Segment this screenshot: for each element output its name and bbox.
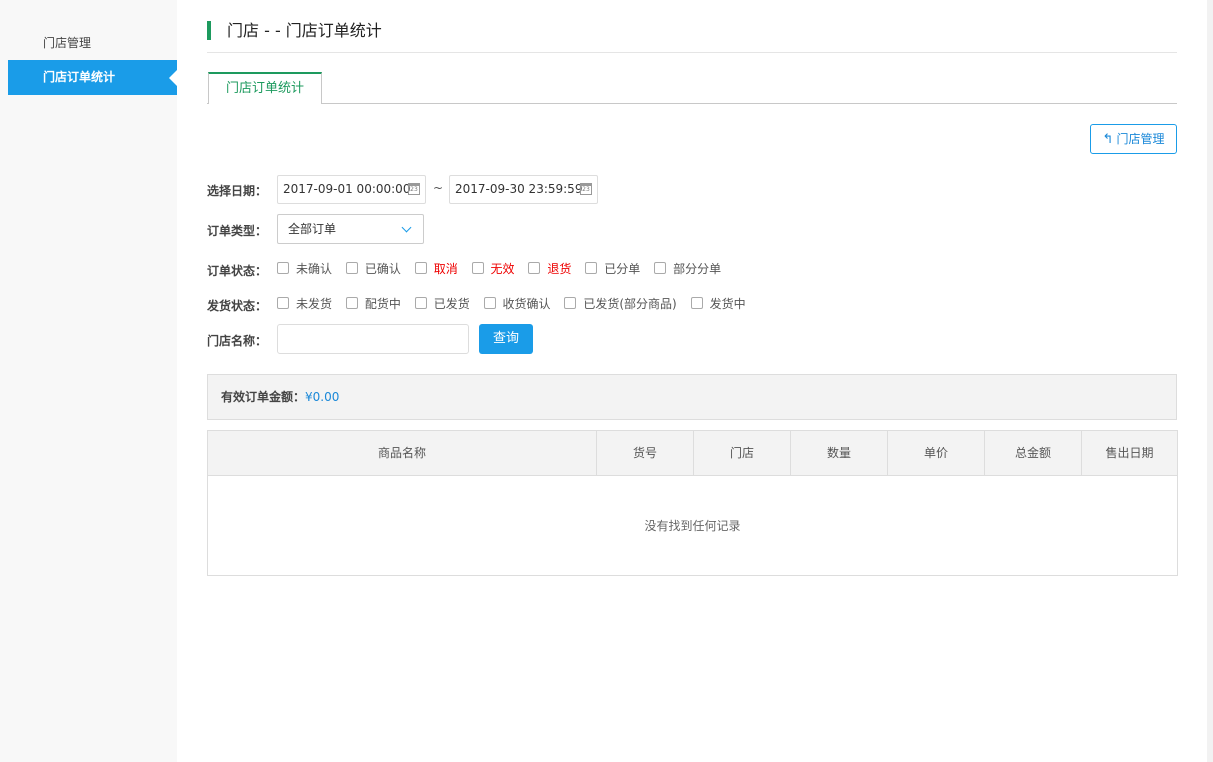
order-status-checkbox-cancelled[interactable]: 取消 bbox=[414, 261, 458, 277]
ship-status-options: 未发货 配货中 已发货 收货确认 已发货(部分商品) 发货中 bbox=[277, 296, 756, 312]
checkbox-label: 已确认 bbox=[364, 262, 401, 276]
checkbox-icon bbox=[654, 262, 667, 274]
order-status-checkbox-partial-split[interactable]: 部分分单 bbox=[654, 261, 721, 277]
ship-status-checkbox-not-shipped[interactable]: 未发货 bbox=[277, 296, 332, 312]
order-status-label: 订单状态： bbox=[207, 264, 268, 278]
back-to-store-management-button[interactable]: ↰ 门店管理 bbox=[1090, 124, 1177, 154]
page-title: 门店 - - 门店订单统计 bbox=[227, 21, 382, 40]
order-stats-table: 商品名称 货号 门店 数量 单价 总金额 售出日期 没有找到任何记录 bbox=[207, 430, 1178, 576]
tab-divider bbox=[207, 103, 1177, 104]
reply-arrow-icon: ↰ bbox=[1102, 132, 1114, 147]
ship-status-label: 发货状态： bbox=[207, 299, 268, 313]
column-header-quantity[interactable]: 数量 bbox=[791, 431, 888, 475]
main-content: 门店 - - 门店订单统计 门店订单统计 ↰ 门店管理 选择日期： 2017-09… bbox=[177, 0, 1207, 762]
chevron-down-icon bbox=[401, 222, 412, 233]
column-header-unit-price[interactable]: 单价 bbox=[888, 431, 985, 475]
column-header-store[interactable]: 门店 bbox=[694, 431, 791, 475]
checkbox-icon bbox=[471, 262, 484, 274]
checkbox-icon bbox=[277, 262, 289, 274]
valid-order-amount-summary: 有效订单金额：¥0.00 bbox=[207, 374, 1177, 420]
query-button[interactable]: 查询 bbox=[479, 324, 533, 354]
tab-store-order-stats[interactable]: 门店订单统计 bbox=[208, 72, 322, 104]
ship-status-checkbox-shipped[interactable]: 已发货 bbox=[414, 296, 470, 312]
checkbox-icon bbox=[564, 297, 577, 309]
checkbox-icon bbox=[414, 262, 427, 274]
checkbox-label: 收货确认 bbox=[502, 297, 551, 311]
back-button-label: 门店管理 bbox=[1116, 132, 1165, 146]
end-date-value: 2017-09-30 23:59:59 bbox=[455, 182, 583, 196]
checkbox-icon bbox=[690, 297, 703, 309]
ship-status-checkbox-shipping[interactable]: 发货中 bbox=[690, 296, 746, 312]
calendar-icon[interactable]: 23 bbox=[408, 183, 420, 195]
order-status-checkbox-confirmed[interactable]: 已确认 bbox=[345, 261, 401, 277]
store-name-input[interactable] bbox=[277, 324, 469, 354]
table-header: 商品名称 货号 门店 数量 单价 总金额 售出日期 bbox=[208, 431, 1177, 476]
checkbox-label: 发货中 bbox=[709, 297, 746, 311]
empty-table-message: 没有找到任何记录 bbox=[644, 519, 741, 533]
order-status-checkbox-invalid[interactable]: 无效 bbox=[471, 261, 515, 277]
checkbox-label: 部分分单 bbox=[673, 262, 722, 276]
column-header-product-name[interactable]: 商品名称 bbox=[208, 431, 597, 475]
order-type-label: 订单类型： bbox=[207, 224, 268, 238]
date-range-separator: ~ bbox=[433, 181, 444, 195]
page-header: 门店 - - 门店订单统计 bbox=[207, 20, 1177, 53]
ship-status-checkbox-partially-shipped[interactable]: 已发货(部分商品) bbox=[564, 296, 677, 312]
calendar-icon[interactable]: 23 bbox=[580, 183, 592, 195]
summary-amount: ¥0.00 bbox=[305, 390, 340, 404]
checkbox-label: 未确认 bbox=[296, 262, 333, 276]
checkbox-icon bbox=[277, 297, 289, 309]
order-status-checkbox-returned[interactable]: 退货 bbox=[528, 261, 571, 277]
start-date-value: 2017-09-01 00:00:00 bbox=[283, 182, 411, 196]
checkbox-icon bbox=[528, 262, 541, 274]
column-header-sale-date[interactable]: 售出日期 bbox=[1082, 431, 1177, 475]
checkbox-label: 取消 bbox=[433, 262, 458, 276]
order-status-checkbox-unconfirmed[interactable]: 未确认 bbox=[277, 261, 332, 277]
order-status-options: 未确认 已确认 取消 无效 退货 已分单 部分分单 bbox=[277, 261, 731, 277]
title-accent-bar bbox=[207, 21, 211, 40]
checkbox-label: 未发货 bbox=[296, 297, 333, 311]
sidebar: 门店管理 门店订单统计 bbox=[0, 0, 177, 762]
checkbox-label: 已发货 bbox=[433, 297, 470, 311]
order-type-select[interactable]: 全部订单 bbox=[277, 214, 424, 244]
ship-status-checkbox-received[interactable]: 收货确认 bbox=[483, 296, 551, 312]
checkbox-label: 已发货(部分商品) bbox=[583, 297, 677, 311]
column-header-sku[interactable]: 货号 bbox=[597, 431, 694, 475]
store-name-label: 门店名称： bbox=[207, 334, 268, 348]
ship-status-checkbox-picking[interactable]: 配货中 bbox=[345, 296, 401, 312]
sidebar-item-store-order-stats[interactable]: 门店订单统计 bbox=[8, 60, 177, 95]
order-status-checkbox-split[interactable]: 已分单 bbox=[585, 261, 640, 277]
checkbox-label: 退货 bbox=[547, 262, 572, 276]
column-header-total-amount[interactable]: 总金额 bbox=[985, 431, 1082, 475]
checkbox-label: 已分单 bbox=[604, 262, 641, 276]
checkbox-icon bbox=[483, 297, 496, 309]
checkbox-icon bbox=[585, 262, 598, 274]
start-date-input[interactable]: 2017-09-01 00:00:00 23 bbox=[277, 175, 426, 204]
summary-label: 有效订单金额： bbox=[221, 390, 306, 404]
order-type-value: 全部订单 bbox=[288, 222, 337, 236]
date-label: 选择日期： bbox=[207, 184, 268, 198]
checkbox-label: 配货中 bbox=[364, 297, 401, 311]
checkbox-label: 无效 bbox=[490, 262, 515, 276]
sidebar-item-store-management[interactable]: 门店管理 bbox=[8, 26, 177, 61]
end-date-input[interactable]: 2017-09-30 23:59:59 23 bbox=[449, 175, 598, 204]
checkbox-icon bbox=[345, 297, 358, 309]
checkbox-icon bbox=[414, 297, 427, 309]
checkbox-icon bbox=[345, 262, 358, 274]
